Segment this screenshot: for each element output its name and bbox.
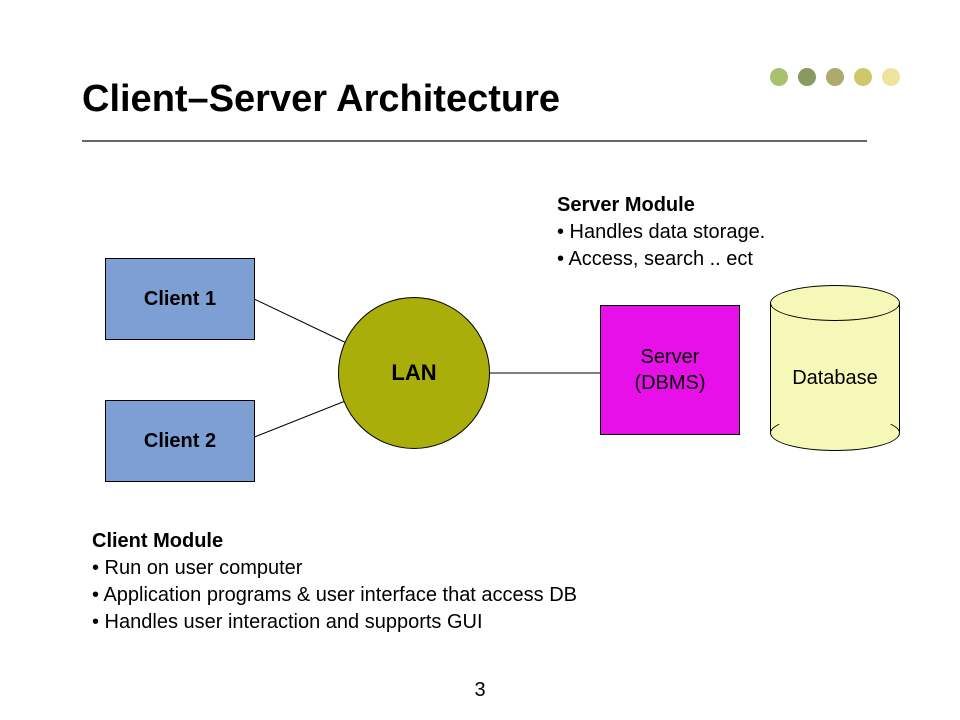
page-number: 3: [474, 679, 485, 702]
client-anno-heading: Client Module: [92, 530, 223, 552]
server-anno-heading: Server Module: [557, 194, 695, 216]
database-label: Database: [770, 367, 900, 390]
lan-label: LAN: [391, 360, 436, 386]
client2-label: Client 2: [144, 430, 216, 453]
server-anno-b1: • Handles data storage.: [557, 221, 765, 243]
client-anno-b3: • Handles user interaction and supports …: [92, 611, 483, 633]
client-anno-b2: • Application programs & user interface …: [92, 584, 577, 606]
server-label-line1: Server: [641, 344, 700, 370]
client-module-annotation: Client Module • Run on user computer • A…: [92, 528, 577, 636]
cylinder-bottom: [770, 415, 900, 451]
server-anno-b2: • Access, search .. ect: [557, 248, 753, 270]
client-anno-b1: • Run on user computer: [92, 557, 302, 579]
client1-box: Client 1: [105, 258, 255, 340]
lan-node: LAN: [338, 297, 490, 449]
architecture-diagram: Client 1 Client 2 LAN Server (DBMS) Data…: [0, 0, 960, 720]
slide: Client–Server Architecture Client 1 Clie…: [0, 0, 960, 720]
server-box: Server (DBMS): [600, 305, 740, 435]
client2-box: Client 2: [105, 400, 255, 482]
server-label-line2: (DBMS): [634, 370, 705, 396]
client1-label: Client 1: [144, 288, 216, 311]
cylinder-top: [770, 285, 900, 321]
server-module-annotation: Server Module • Handles data storage. • …: [557, 192, 765, 273]
